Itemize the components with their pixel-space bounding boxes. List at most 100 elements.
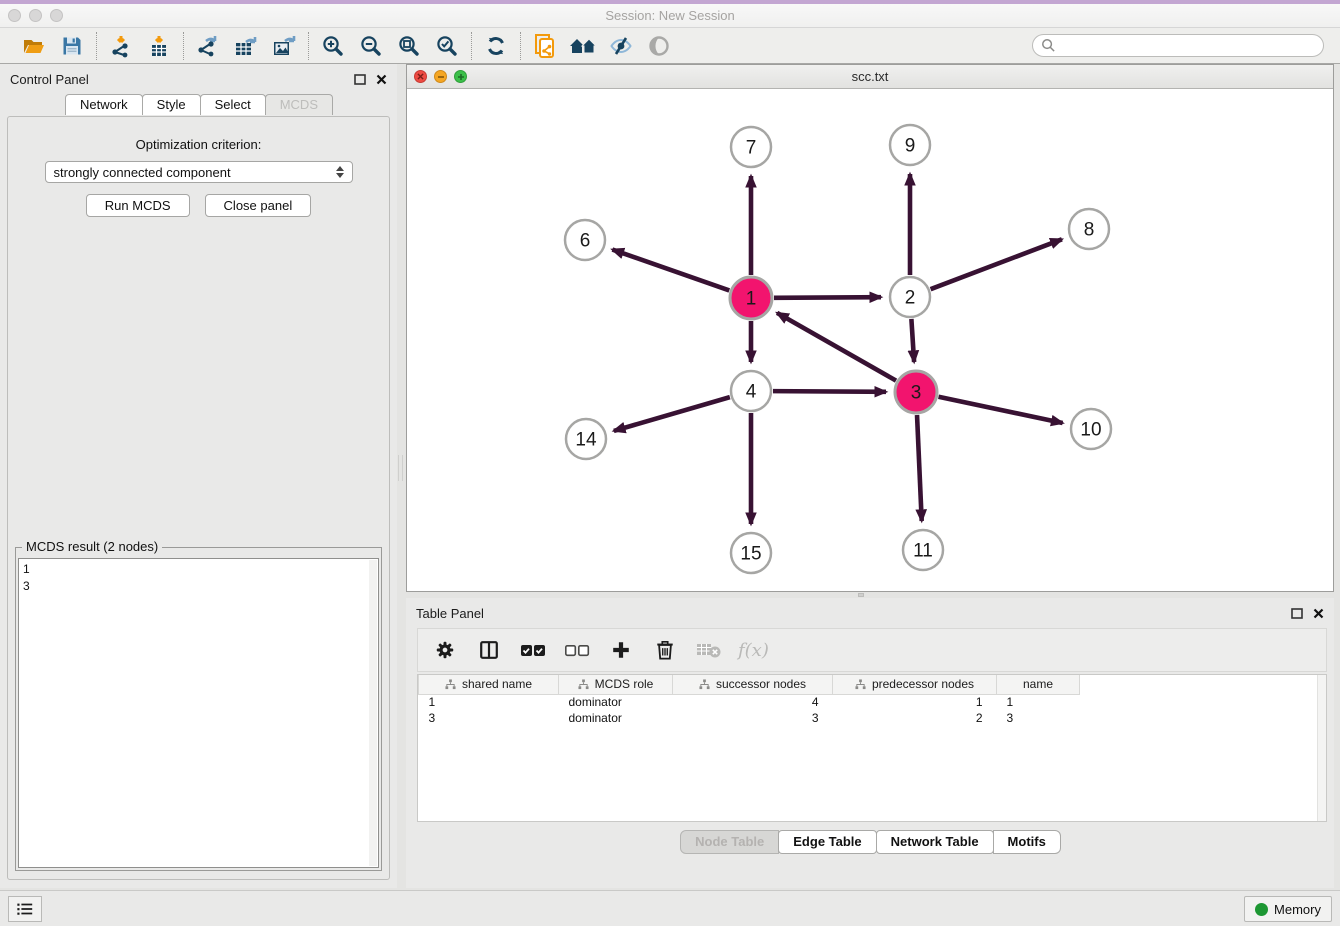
search-input[interactable] bbox=[1061, 39, 1315, 53]
tab-network[interactable]: Network bbox=[65, 94, 143, 115]
tab-mcds[interactable]: MCDS bbox=[265, 94, 333, 115]
graph-node-label: 2 bbox=[905, 288, 916, 309]
open-help-home-button[interactable] bbox=[567, 31, 599, 61]
function-builder-button[interactable]: f(x) bbox=[738, 640, 769, 661]
tab-node-table[interactable]: Node Table bbox=[680, 830, 779, 854]
tab-style[interactable]: Style bbox=[142, 94, 201, 115]
close-table-panel-icon[interactable] bbox=[1313, 608, 1324, 619]
table-cell[interactable]: 1 bbox=[997, 694, 1080, 710]
network-window-titlebar: scc.txt bbox=[407, 65, 1333, 89]
export-table-button[interactable] bbox=[230, 31, 262, 61]
graph-edge-2-8[interactable] bbox=[931, 239, 1062, 289]
table-cell[interactable]: 2 bbox=[833, 710, 997, 726]
control-panel-tabs: Network Style Select MCDS bbox=[0, 94, 397, 115]
hide-details-eye-icon bbox=[608, 34, 634, 58]
deselect-all-rows-button[interactable] bbox=[562, 635, 592, 665]
graph-node-label: 10 bbox=[1080, 420, 1101, 441]
import-table-icon bbox=[147, 34, 171, 58]
network-canvas-svg: 7968124314101511 bbox=[407, 89, 1333, 591]
close-panel-icon[interactable] bbox=[376, 74, 387, 85]
close-panel-button[interactable]: Close panel bbox=[205, 194, 312, 217]
open-folder-icon bbox=[21, 34, 47, 58]
network-window-title: scc.txt bbox=[407, 69, 1333, 84]
delete-column-button[interactable] bbox=[650, 635, 680, 665]
run-mcds-button[interactable]: Run MCDS bbox=[86, 194, 190, 217]
toggle-graphics-details-button[interactable] bbox=[605, 31, 637, 61]
show-columns-button[interactable] bbox=[474, 635, 504, 665]
select-stepper-icon bbox=[336, 166, 344, 178]
table-cell[interactable]: 3 bbox=[997, 710, 1080, 726]
memory-status-button[interactable]: Memory bbox=[1244, 896, 1332, 922]
graph-edge-3-11[interactable] bbox=[917, 415, 922, 521]
optimization-criterion-value: strongly connected component bbox=[54, 165, 231, 180]
toggle-bird-eye-view-button[interactable] bbox=[643, 31, 675, 61]
apply-preferred-layout-button[interactable] bbox=[480, 31, 512, 61]
import-network-button[interactable] bbox=[105, 31, 137, 61]
export-table-icon bbox=[233, 34, 259, 58]
clone-network-button[interactable] bbox=[529, 31, 561, 61]
import-table-button[interactable] bbox=[143, 31, 175, 61]
table-cell[interactable]: 3 bbox=[673, 710, 833, 726]
select-all-rows-button[interactable] bbox=[518, 635, 548, 665]
home-icon bbox=[569, 34, 597, 58]
graph-node-label: 8 bbox=[1084, 220, 1095, 241]
table-cell[interactable]: 4 bbox=[673, 694, 833, 710]
table-scrollbar[interactable] bbox=[1317, 675, 1326, 821]
open-session-button[interactable] bbox=[18, 31, 50, 61]
node-table-header[interactable]: shared nameMCDS rolesuccessor nodesprede… bbox=[419, 675, 1327, 694]
column-header[interactable]: MCDS role bbox=[559, 675, 673, 694]
float-panel-icon[interactable] bbox=[354, 74, 366, 85]
splitter-grip[interactable] bbox=[858, 593, 864, 597]
graph-edge-2-3[interactable] bbox=[911, 319, 914, 362]
delete-table-icon bbox=[696, 640, 722, 660]
show-task-history-button[interactable] bbox=[8, 896, 42, 922]
create-column-button[interactable] bbox=[606, 635, 636, 665]
zoom-in-button[interactable] bbox=[317, 31, 349, 61]
graph-node-label: 1 bbox=[746, 289, 757, 310]
table-row[interactable]: 1dominator411 bbox=[419, 694, 1327, 710]
table-row[interactable]: 3dominator323 bbox=[419, 710, 1327, 726]
search-field[interactable] bbox=[1032, 34, 1324, 57]
column-header[interactable]: name bbox=[997, 675, 1080, 694]
column-type-icon bbox=[578, 679, 589, 690]
table-cell[interactable]: dominator bbox=[559, 710, 673, 726]
delete-table-button[interactable] bbox=[694, 635, 724, 665]
mcds-result-group: MCDS result (2 nodes) 1 3 bbox=[15, 547, 382, 871]
network-canvas[interactable]: 7968124314101511 bbox=[407, 89, 1333, 591]
float-table-panel-icon[interactable] bbox=[1291, 608, 1303, 619]
graph-edge-4-3[interactable] bbox=[773, 391, 886, 392]
graph-node-label: 9 bbox=[905, 136, 916, 157]
tab-motifs[interactable]: Motifs bbox=[993, 830, 1061, 854]
table-cell[interactable]: 3 bbox=[419, 710, 559, 726]
zoom-out-button[interactable] bbox=[355, 31, 387, 61]
table-settings-button[interactable] bbox=[430, 635, 460, 665]
panel-splitter-handle[interactable] bbox=[398, 455, 403, 481]
table-cell[interactable]: dominator bbox=[559, 694, 673, 710]
tab-edge-table[interactable]: Edge Table bbox=[778, 830, 876, 854]
save-session-button[interactable] bbox=[56, 31, 88, 61]
column-header[interactable]: shared name bbox=[419, 675, 559, 694]
graph-edge-1-2[interactable] bbox=[774, 297, 881, 298]
export-image-button[interactable] bbox=[268, 31, 300, 61]
optimization-criterion-select[interactable]: strongly connected component bbox=[45, 161, 353, 183]
bird-eye-view-icon bbox=[647, 34, 671, 58]
export-network-button[interactable] bbox=[192, 31, 224, 61]
table-cell[interactable]: 1 bbox=[419, 694, 559, 710]
graph-edge-1-6[interactable] bbox=[612, 250, 729, 291]
graph-edge-3-1[interactable] bbox=[777, 313, 896, 381]
tab-network-table[interactable]: Network Table bbox=[876, 830, 994, 854]
table-cell[interactable]: 1 bbox=[833, 694, 997, 710]
column-header[interactable]: successor nodes bbox=[673, 675, 833, 694]
tab-select[interactable]: Select bbox=[200, 94, 266, 115]
graph-edge-3-10[interactable] bbox=[939, 397, 1063, 423]
table-toolbar: f(x) bbox=[417, 628, 1327, 672]
save-disk-icon bbox=[60, 34, 84, 58]
mcds-result-scrollbar[interactable] bbox=[369, 560, 377, 866]
zoom-in-icon bbox=[321, 34, 345, 58]
zoom-fit-button[interactable] bbox=[393, 31, 425, 61]
graph-edge-4-14[interactable] bbox=[614, 397, 730, 431]
mcds-result-text[interactable]: 1 3 bbox=[18, 558, 379, 868]
zoom-selected-button[interactable] bbox=[431, 31, 463, 61]
status-bar: Memory bbox=[0, 890, 1340, 926]
column-header[interactable]: predecessor nodes bbox=[833, 675, 997, 694]
